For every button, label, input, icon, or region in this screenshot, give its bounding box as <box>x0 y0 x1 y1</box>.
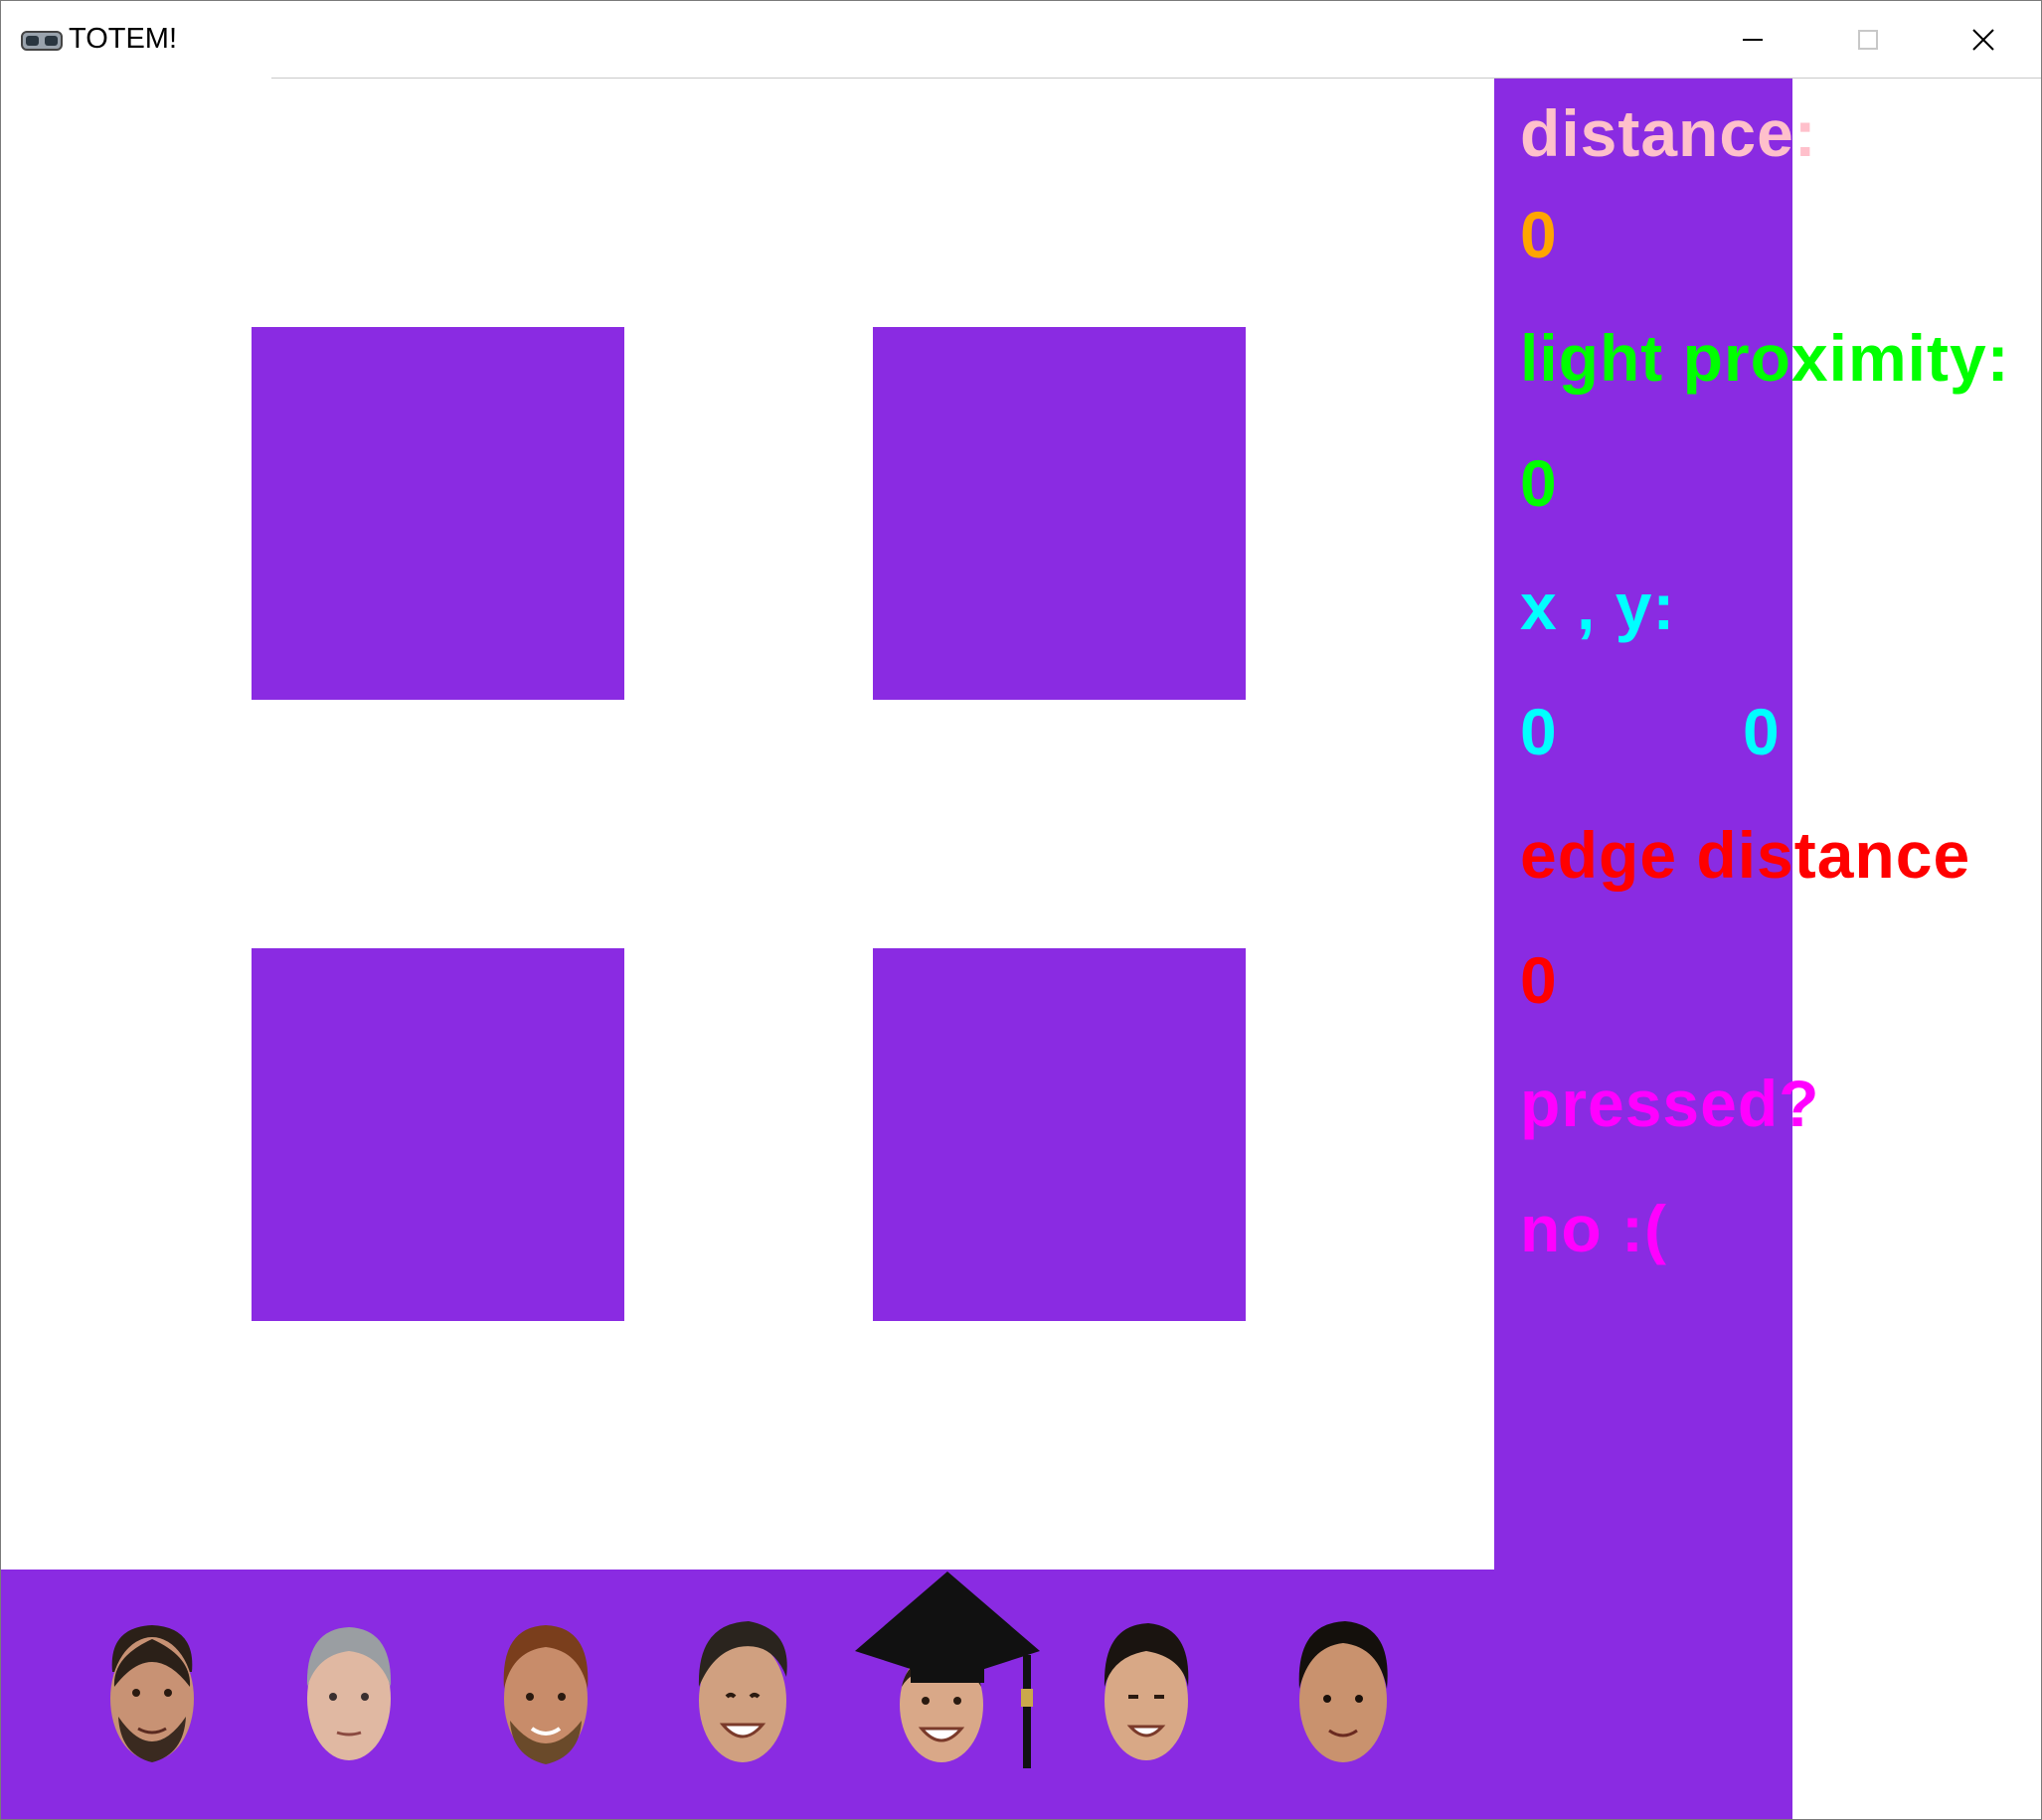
minimize-icon <box>1743 39 1763 41</box>
tile-bottom-left[interactable] <box>252 948 624 1321</box>
distance-value: 0 <box>1520 198 1558 271</box>
close-button[interactable] <box>1926 1 2041 79</box>
close-icon <box>1972 29 1994 51</box>
app-window: TOTEM! distance: 0 light proximity: 0 x … <box>0 0 2042 1820</box>
light-proximity-label: light proximity: <box>1520 321 2010 395</box>
face-4[interactable] <box>689 1617 796 1766</box>
distance-label: distance: <box>1520 96 1817 170</box>
vr-goggles-icon <box>21 31 63 51</box>
face-7[interactable] <box>1289 1617 1397 1766</box>
pressed-label: pressed? <box>1520 1067 1820 1140</box>
light-proximity-value: 0 <box>1520 446 1558 520</box>
edge-distance-label: edge distance <box>1520 818 1971 892</box>
tile-top-right[interactable] <box>873 327 1246 700</box>
maximize-button[interactable] <box>1810 1 1926 79</box>
xy-label: x , y: <box>1520 570 1676 643</box>
face-1[interactable] <box>98 1617 206 1766</box>
face-3[interactable] <box>492 1617 599 1766</box>
game-board[interactable] <box>1 79 1494 1570</box>
edge-distance-value: 0 <box>1520 943 1558 1017</box>
minimize-button[interactable] <box>1695 1 1810 79</box>
tile-bottom-right[interactable] <box>873 948 1246 1321</box>
window-title: TOTEM! <box>69 23 178 55</box>
y-value: 0 <box>1743 695 1781 768</box>
tile-top-left[interactable] <box>252 327 624 700</box>
maximize-icon <box>1858 30 1878 50</box>
face-6[interactable] <box>1093 1617 1200 1766</box>
x-value: 0 <box>1520 695 1558 768</box>
pressed-value: no :( <box>1520 1192 1667 1265</box>
title-bar[interactable]: TOTEM! <box>1 1 2041 79</box>
graduation-cap-icon <box>855 1572 1040 1768</box>
face-2[interactable] <box>295 1617 403 1766</box>
